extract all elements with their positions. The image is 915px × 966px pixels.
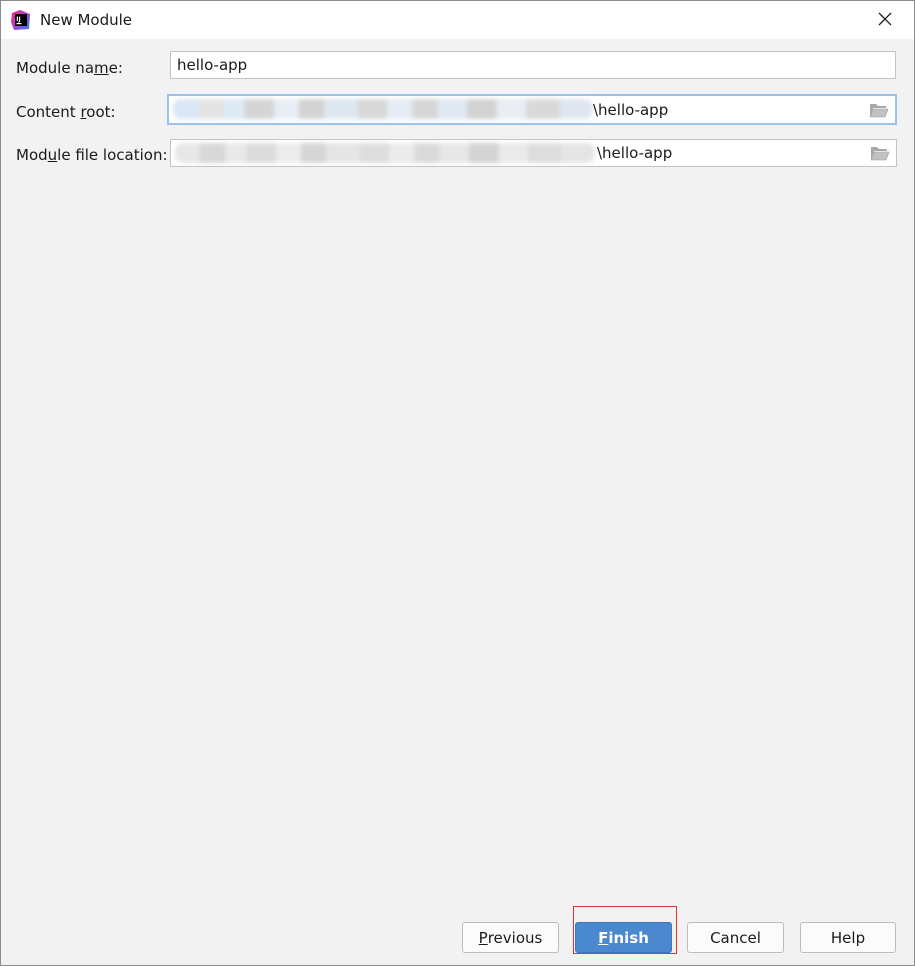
close-button[interactable] [863,5,907,35]
window-title: New Module [40,11,133,29]
redacted-path [173,99,593,119]
module-file-location-input[interactable]: \hello-app [170,139,897,167]
intellij-idea-icon: IJ [11,10,31,30]
module-name-value: hello-app [177,56,248,74]
finish-button[interactable]: Finish [575,922,672,953]
module-file-location-label: Module file location: [16,146,168,164]
module-name-input[interactable]: hello-app [170,51,896,79]
new-module-dialog: IJ New Module Module name: hello-app Con… [0,0,915,966]
help-button[interactable]: Help [800,922,896,953]
cancel-button[interactable]: Cancel [687,922,784,953]
content-root-value: \hello-app [593,101,669,119]
folder-open-icon[interactable] [869,102,889,118]
folder-open-icon[interactable] [870,145,890,161]
svg-text:IJ: IJ [16,16,20,23]
content-root-input[interactable]: \hello-app [167,94,897,125]
close-icon [878,11,892,30]
module-file-location-value: \hello-app [597,144,673,162]
content-root-label: Content root: [16,103,116,121]
title-bar: IJ New Module [1,1,914,39]
module-name-label: Module name: [16,59,123,77]
redacted-path [175,143,595,163]
previous-button[interactable]: Previous [462,922,559,953]
